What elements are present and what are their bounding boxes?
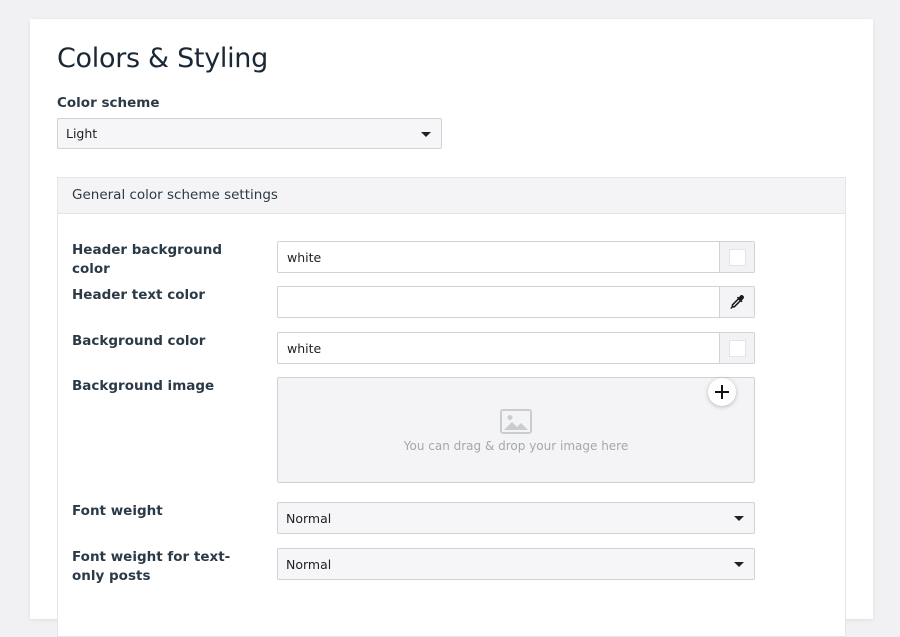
chevron-down-icon xyxy=(421,131,431,137)
panel-title: General color scheme settings xyxy=(58,178,845,214)
font-weight-label: Font weight xyxy=(72,503,163,519)
bg-image-dropzone[interactable]: You can drag & drop your image here xyxy=(277,377,755,483)
bg-color-swatch[interactable] xyxy=(719,333,754,363)
settings-card: Colors & Styling Color scheme Light Gene… xyxy=(30,19,873,637)
font-weight-text-value: Normal xyxy=(286,556,332,572)
color-scheme-value: Light xyxy=(66,126,98,141)
header-text-color-field[interactable] xyxy=(277,286,755,318)
eyedropper-icon xyxy=(730,295,744,309)
color-scheme-label: Color scheme xyxy=(57,95,160,111)
add-image-button[interactable] xyxy=(708,378,736,406)
chevron-down-icon xyxy=(734,516,744,521)
font-weight-value: Normal xyxy=(286,510,332,526)
header-bg-color-label: Header background color xyxy=(72,242,222,277)
font-weight-text-select[interactable]: Normal xyxy=(277,548,755,580)
page-title: Colors & Styling xyxy=(57,43,268,74)
header-bg-color-field[interactable]: white xyxy=(277,241,755,273)
dropzone-hint: You can drag & drop your image here xyxy=(403,439,629,453)
font-weight-select[interactable]: Normal xyxy=(277,502,755,534)
color-swatch-icon xyxy=(728,339,746,357)
general-color-settings-panel: General color scheme settings Header bac… xyxy=(57,177,846,637)
font-weight-text-label: Font weight for text-only posts xyxy=(72,549,231,584)
header-bg-color-swatch[interactable] xyxy=(719,242,754,272)
chevron-down-icon xyxy=(734,562,744,567)
bg-color-field[interactable]: white xyxy=(277,332,755,364)
header-text-color-label: Header text color xyxy=(72,287,206,303)
header-text-color-picker[interactable] xyxy=(719,287,754,317)
color-swatch-icon xyxy=(728,248,746,266)
bg-color-value[interactable]: white xyxy=(278,341,719,356)
plus-icon xyxy=(715,385,729,399)
header-bg-color-value[interactable]: white xyxy=(278,250,719,265)
image-icon xyxy=(500,409,532,434)
bg-image-label: Background image xyxy=(72,378,215,394)
bg-color-label: Background color xyxy=(72,333,206,349)
color-scheme-select[interactable]: Light xyxy=(57,118,442,149)
